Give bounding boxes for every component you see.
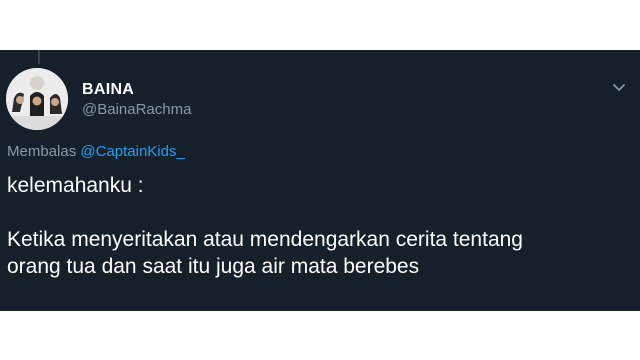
tweet-menu-button[interactable] — [612, 80, 626, 91]
chevron-down-icon — [613, 84, 625, 91]
screenshot-frame: BAINA @BainaRachma Membalas @CaptainKids… — [0, 0, 640, 360]
tweet-line: Ketika menyeritakan atau mendengarkan ce… — [7, 228, 523, 251]
reply-prefix: Membalas — [7, 143, 77, 160]
tweet-card: BAINA @BainaRachma Membalas @CaptainKids… — [0, 50, 640, 311]
tweet-line: orang tua dan saat itu juga air mata ber… — [7, 255, 420, 278]
user-handle[interactable]: @BainaRachma — [82, 101, 191, 118]
thread-connector-line — [38, 50, 40, 64]
profile-photo-icon — [6, 68, 68, 130]
tweet-line: kelemahanku : — [7, 174, 144, 197]
display-name[interactable]: BAINA — [82, 81, 134, 99]
reply-mention-link[interactable]: @CaptainKids_ — [80, 143, 184, 160]
avatar[interactable] — [6, 68, 68, 130]
reply-context: Membalas @CaptainKids_ — [7, 143, 185, 160]
tweet-text: kelemahanku : Ketika menyeritakan atau m… — [7, 172, 633, 280]
